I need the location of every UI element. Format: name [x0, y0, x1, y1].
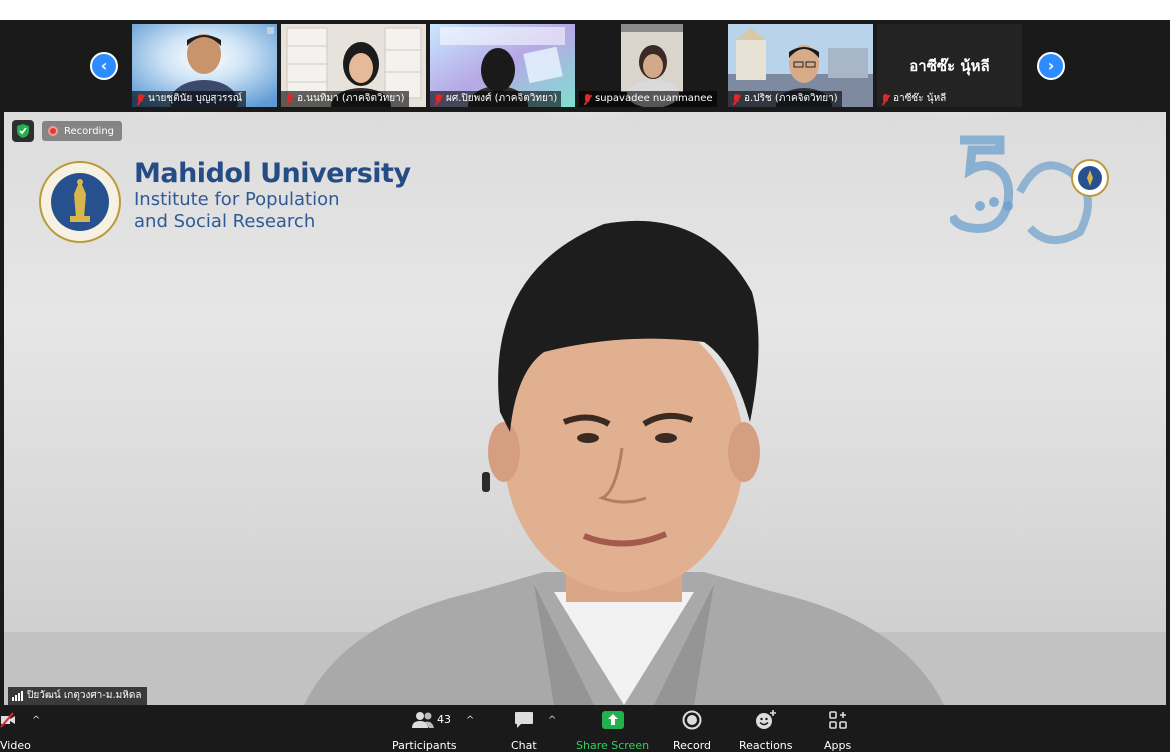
- record-icon: [682, 709, 702, 731]
- apps-icon: [828, 709, 847, 731]
- anniversary-50-logo: [950, 135, 1109, 244]
- mic-muted-icon: [434, 93, 443, 105]
- video-button[interactable]: Video: [0, 709, 31, 752]
- participant-display-name: อาซีซ๊ะ นุ้หลี: [909, 57, 990, 75]
- chevron-left-icon: ‹: [100, 56, 108, 75]
- apps-label: Apps: [824, 739, 852, 752]
- participants-count: 43: [437, 713, 451, 726]
- share-screen-icon: [601, 709, 624, 731]
- participant-tile[interactable]: อ.นนทิมา (ภาคจิตวิทยา): [281, 24, 426, 107]
- recording-indicator: Recording: [12, 120, 123, 142]
- speaker-video: [304, 220, 944, 705]
- mic-muted-icon: [583, 93, 592, 105]
- participants-label: Participants: [392, 739, 457, 752]
- participant-tile[interactable]: อาซีซ๊ะ นุ้หลี อาซีซ๊ะ นุ้หลี: [877, 24, 1022, 107]
- speaker-name: ปิยวัฒน์ เกตุวงศา-ม.มหิดล: [27, 690, 142, 701]
- participant-name: ผศ.ปิยพงศ์ (ภาคจิตวิทยา): [430, 91, 562, 107]
- signal-strength-icon: [12, 691, 23, 701]
- participant-name: supavadee nuanmanee: [579, 91, 717, 107]
- participants-icon: [412, 709, 436, 731]
- gallery-prev-button[interactable]: ‹: [90, 52, 118, 80]
- participant-tile[interactable]: ผศ.ปิยพงศ์ (ภาคจิตวิทยา): [430, 24, 575, 107]
- recording-badge[interactable]: Recording: [42, 121, 123, 141]
- reactions-button[interactable]: Reactions: [739, 709, 793, 752]
- participant-name: อ.นนทิมา (ภาคจิตวิทยา): [281, 91, 409, 107]
- chat-label: Chat: [511, 739, 537, 752]
- chat-icon: [514, 709, 534, 731]
- participant-name: อาซีซ๊ะ นุ้หลี: [877, 91, 950, 107]
- speaker-view: Recording Mahidol University Institute f…: [4, 112, 1166, 705]
- mahidol-seal-logo: [39, 161, 121, 243]
- institution-name: Mahidol University: [134, 158, 411, 189]
- reactions-smiley-icon: [755, 709, 777, 731]
- chat-options-caret[interactable]: ^: [548, 715, 556, 726]
- participants-options-caret[interactable]: ^: [466, 715, 474, 726]
- speaker-name-tag: ปิยวัฒน์ เกตุวงศา-ม.มหิดล: [8, 687, 148, 705]
- record-label: Record: [673, 739, 712, 752]
- mic-muted-icon: [881, 93, 890, 105]
- meeting-toolbar: Video ^ Participants 43 ^ Chat ^ Share S…: [0, 705, 1170, 752]
- participant-tile[interactable]: นายชุตินัย บุญสุวรรณ์: [132, 24, 277, 107]
- mic-muted-icon: [732, 93, 741, 105]
- video-options-caret[interactable]: ^: [32, 715, 40, 726]
- chevron-right-icon: ›: [1047, 56, 1055, 75]
- video-label: Video: [0, 739, 31, 752]
- chat-button[interactable]: Chat: [511, 709, 537, 752]
- top-white-bar: [0, 0, 1170, 20]
- unit-line1: Institute for Population: [134, 189, 340, 210]
- apps-button[interactable]: Apps: [824, 709, 851, 752]
- mic-muted-icon: [285, 93, 294, 105]
- video-off-icon: [0, 709, 16, 731]
- recording-label: Recording: [64, 125, 115, 137]
- mic-muted-icon: [136, 93, 145, 105]
- reactions-label: Reactions: [739, 739, 793, 752]
- participant-tile[interactable]: supavadee nuanmanee: [579, 24, 724, 107]
- record-dot-icon: [48, 126, 58, 136]
- participant-tile[interactable]: อ.ปริช (ภาคจิตวิทยา): [728, 24, 873, 107]
- gallery-next-button[interactable]: ›: [1037, 52, 1065, 80]
- participant-name: อ.ปริช (ภาคจิตวิทยา): [728, 91, 842, 107]
- share-screen-button[interactable]: Share Screen: [576, 709, 649, 752]
- participant-name: นายชุตินัย บุญสุวรรณ์: [132, 91, 247, 107]
- encryption-shield-icon[interactable]: [12, 120, 34, 142]
- share-screen-label: Share Screen: [576, 739, 650, 752]
- record-button[interactable]: Record: [673, 709, 711, 752]
